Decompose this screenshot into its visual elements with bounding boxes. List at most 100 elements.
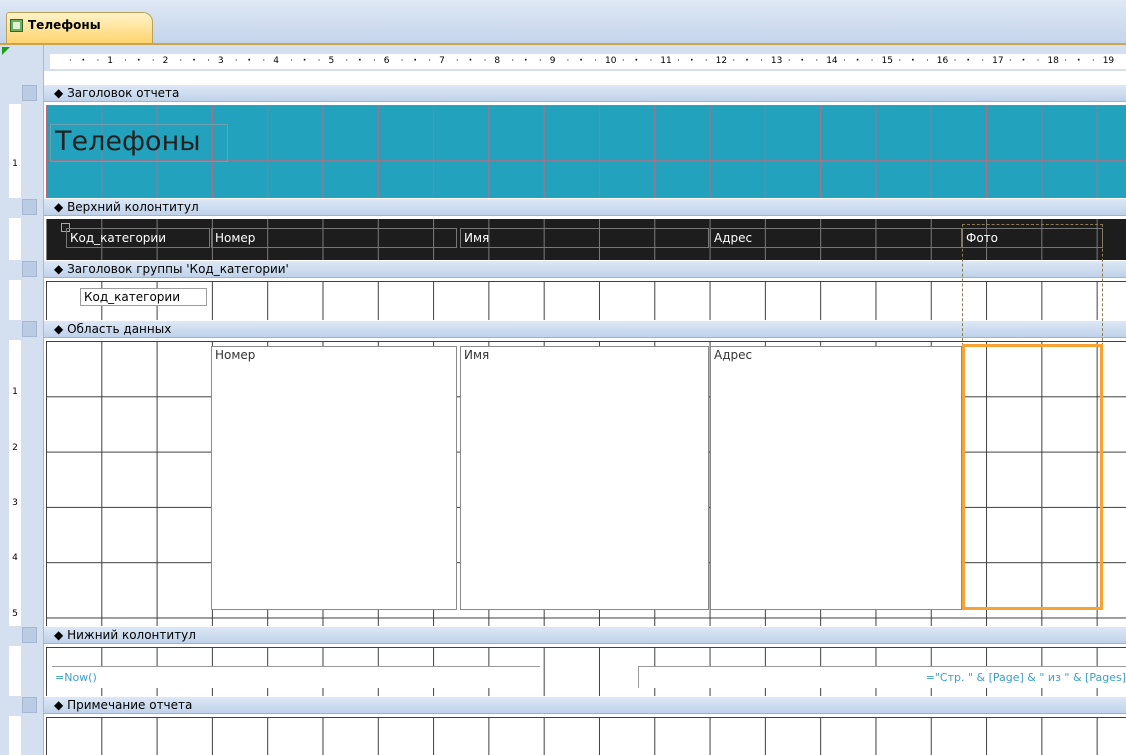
ruler-label: 7 bbox=[439, 56, 445, 66]
ruler-label: 3 bbox=[217, 56, 224, 66]
header-label-number[interactable]: Номер bbox=[211, 228, 457, 248]
ruler-label: 9 bbox=[549, 56, 556, 66]
document-tab-label[interactable]: Телефоны bbox=[28, 18, 101, 32]
vertical-ruler[interactable]: 1 2 3 4 5 1 bbox=[0, 71, 44, 755]
ruler-tick: · bbox=[317, 56, 321, 66]
select-report-icon bbox=[2, 47, 10, 55]
detail-field-address[interactable]: Адрес bbox=[710, 346, 962, 610]
section-selector[interactable] bbox=[22, 199, 37, 215]
ruler-tick: · bbox=[911, 56, 915, 66]
report-selector[interactable] bbox=[0, 45, 44, 71]
section-label: Заголовок отчета bbox=[67, 86, 180, 100]
ruler-tick: · bbox=[1036, 56, 1040, 66]
ruler-label: 17 bbox=[992, 56, 1004, 66]
vertical-ruler-label: 4 bbox=[12, 553, 18, 564]
section-selector[interactable] bbox=[22, 85, 37, 101]
ruler-tick: · bbox=[511, 56, 515, 66]
ruler-ticks: 1 · · · 2 · · · 3 · · · 4 · · · 5 · · · 6 · · · 7 · · · 8 · · · 9 · · · 10 · ·… bbox=[50, 54, 1126, 69]
ruler-tick: · bbox=[594, 56, 598, 66]
section-bar-page-footer[interactable]: ◆ Нижний колонтитул bbox=[44, 626, 1126, 644]
ruler-tick: · bbox=[649, 56, 653, 66]
group-field-category[interactable]: Код_категории bbox=[80, 288, 207, 306]
ruler-tick: · bbox=[579, 56, 583, 66]
ruler-tick: · bbox=[800, 56, 804, 66]
ruler-tick: · bbox=[1064, 56, 1068, 66]
ruler-tick: · bbox=[787, 56, 791, 66]
section-label: Область данных bbox=[67, 322, 172, 336]
ruler-tick: · bbox=[855, 56, 860, 66]
ruler-tick: · bbox=[815, 56, 819, 66]
section-bar-report-header[interactable]: ◆ Заголовок отчета bbox=[44, 84, 1126, 102]
header-label-category[interactable]: Код_категории bbox=[66, 228, 210, 248]
vertical-ruler-label: 5 bbox=[12, 608, 18, 619]
section-selector[interactable] bbox=[22, 697, 37, 713]
ruler-tick: · bbox=[468, 56, 473, 66]
vertical-ruler-segment bbox=[9, 104, 21, 198]
detail-field-number[interactable]: Номер bbox=[211, 346, 457, 610]
vertical-ruler-label: 2 bbox=[12, 442, 18, 453]
date-formula: =Now() bbox=[55, 671, 97, 684]
section-bar-report-footer[interactable]: ◆ Примечание отчета bbox=[44, 696, 1126, 714]
ruler-label: 13 bbox=[770, 56, 783, 66]
vertical-ruler-segment bbox=[9, 218, 21, 260]
ruler-label: 12 bbox=[715, 56, 728, 66]
ruler-label: 16 bbox=[936, 56, 949, 66]
section-bar-page-header[interactable]: ◆ Верхний колонтитул bbox=[44, 198, 1126, 216]
ruler-tick: · bbox=[358, 56, 362, 66]
detail-field-name[interactable]: Имя bbox=[460, 346, 709, 610]
photo-attachment-field[interactable] bbox=[962, 344, 1103, 610]
ruler-tick: · bbox=[566, 56, 570, 66]
ruler-label: 6 bbox=[383, 56, 390, 66]
section-selector[interactable] bbox=[22, 627, 37, 643]
ruler-tick: · bbox=[981, 56, 985, 66]
ruler-tick: · bbox=[400, 56, 404, 66]
date-textbox[interactable]: =Now() bbox=[52, 666, 540, 688]
ruler-tick: · bbox=[372, 56, 376, 66]
header-label-name[interactable]: Имя bbox=[460, 228, 709, 248]
ruler-tick: · bbox=[843, 56, 846, 66]
ruler-tick: · bbox=[192, 56, 196, 66]
horizontal-ruler[interactable]: 1 · · · 2 · · · 3 · · · 4 · · · 5 · · · 6 · · · 7 · · · 8 · · · 9 · · · 10 · ·… bbox=[44, 45, 1126, 71]
ruler-tick: · bbox=[745, 56, 749, 66]
ruler-label: 18 bbox=[1047, 56, 1059, 66]
section-label: Нижний колонтитул bbox=[67, 628, 196, 642]
photo-column-outline bbox=[962, 224, 1103, 346]
vertical-ruler-segment bbox=[9, 646, 21, 696]
ruler-tick: · bbox=[677, 56, 680, 66]
vertical-ruler-segment bbox=[9, 280, 21, 320]
page-number-textbox[interactable]: ="Стр. " & [Page] & " из " & [Pages] bbox=[638, 666, 1126, 688]
ruler-tick: · bbox=[96, 56, 100, 66]
vertical-ruler-segment bbox=[9, 716, 21, 755]
report-footer-area[interactable] bbox=[46, 716, 1126, 755]
ruler-label: 2 bbox=[162, 56, 169, 66]
ruler-tick: · bbox=[179, 56, 183, 66]
ruler-label: 8 bbox=[494, 56, 501, 66]
ruler-tick: · bbox=[428, 56, 432, 66]
section-selector[interactable] bbox=[22, 321, 37, 337]
ruler-label: 15 bbox=[881, 56, 893, 66]
ruler-label: 14 bbox=[826, 56, 838, 66]
ruler-tick: · bbox=[483, 56, 487, 66]
page-formula: ="Стр. " & [Page] & " из " & [Pages] bbox=[925, 671, 1126, 684]
section-label: Примечание отчета bbox=[67, 698, 193, 712]
vertical-ruler-segment bbox=[9, 340, 21, 626]
ruler-label: 5 bbox=[328, 56, 335, 66]
section-arrow-icon: ◆ bbox=[54, 262, 64, 276]
ruler-tick: · bbox=[1077, 56, 1081, 66]
ruler-tick: · bbox=[455, 56, 459, 66]
ruler-tick: · bbox=[247, 56, 251, 66]
ruler-tick: · bbox=[151, 56, 155, 66]
ruler-label: 19 bbox=[1102, 56, 1115, 66]
section-selector[interactable] bbox=[22, 261, 37, 277]
ruler-tick: · bbox=[124, 56, 127, 66]
report-title-label[interactable]: Телефоны bbox=[50, 124, 228, 162]
section-arrow-icon: ◆ bbox=[54, 322, 64, 336]
ruler-tick: · bbox=[953, 56, 957, 66]
ruler-tick: · bbox=[262, 56, 266, 66]
ruler-tick: · bbox=[234, 56, 238, 66]
ruler-tick: · bbox=[634, 56, 639, 66]
report-icon bbox=[10, 19, 23, 32]
header-label-address[interactable]: Адрес bbox=[710, 228, 962, 248]
ruler-tick: · bbox=[413, 56, 417, 66]
ruler-tick: · bbox=[704, 56, 708, 66]
